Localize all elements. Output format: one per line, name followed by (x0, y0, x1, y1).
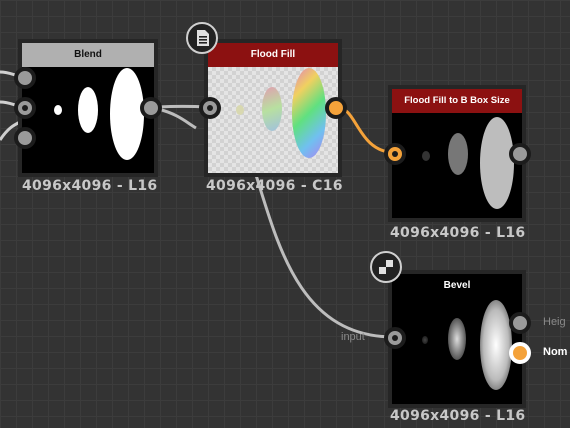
blend-node-title: Blend (22, 43, 154, 67)
flood-fill-resolution: 4096x4096 - C16 (206, 178, 343, 194)
flood-fill-output-port[interactable] (325, 97, 347, 119)
blend-shape-medium (78, 87, 98, 133)
flood-fill-bbox-thumbnail (392, 113, 522, 218)
blend-output-port[interactable] (140, 97, 162, 119)
flood-fill-bbox-input-port[interactable] (384, 143, 406, 165)
bevel-input-label: input (341, 331, 365, 343)
graph-canvas[interactable]: Blend 4096x4096 - L16 Flood Fill 4096x40… (0, 0, 570, 428)
bevel-node[interactable]: Bevel (388, 270, 526, 408)
flood-fill-bbox-node-title: Flood Fill to B Box Size (392, 89, 522, 113)
flood-fill-thumbnail (208, 67, 338, 173)
bevel-input-port[interactable] (384, 327, 406, 349)
bbox-shape-large (480, 117, 514, 209)
flood-fill-shape-large (292, 68, 326, 158)
bevel-height-label: Heig (543, 316, 566, 328)
bevel-shape-small (422, 336, 428, 344)
bevel-normal-output-port[interactable] (509, 342, 531, 364)
flood-fill-badge (186, 22, 218, 54)
bbox-shape-medium (448, 133, 468, 175)
flood-fill-shape-medium (262, 87, 282, 131)
blend-input-port-1[interactable] (14, 67, 36, 89)
bevel-resolution: 4096x4096 - L16 (390, 408, 526, 424)
flood-fill-bbox-node[interactable]: Flood Fill to B Box Size (388, 85, 526, 222)
bevel-node-title: Bevel (392, 274, 522, 298)
blend-resolution: 4096x4096 - L16 (22, 178, 158, 194)
flood-fill-bbox-resolution: 4096x4096 - L16 (390, 225, 526, 241)
blend-node[interactable]: Blend (18, 39, 158, 177)
blend-shape-large (110, 68, 144, 160)
bevel-shape-large (480, 300, 512, 390)
flood-fill-node[interactable]: Flood Fill (204, 39, 342, 177)
bbox-shape-small (422, 151, 430, 161)
bevel-height-output-port[interactable] (509, 312, 531, 334)
blend-input-port-3[interactable] (14, 127, 36, 149)
flood-fill-bbox-output-port[interactable] (509, 143, 531, 165)
flood-fill-shape-small (236, 105, 244, 115)
flood-fill-input-port[interactable] (199, 97, 221, 119)
blend-thumbnail (22, 67, 154, 173)
blend-input-port-2[interactable] (14, 97, 36, 119)
checker-icon (379, 260, 393, 274)
bevel-shape-medium (448, 318, 466, 360)
bevel-normal-label: Nom (543, 346, 568, 358)
blend-shape-small (54, 105, 62, 115)
flood-fill-node-title: Flood Fill (208, 43, 338, 67)
document-icon (197, 30, 209, 46)
bevel-badge (370, 251, 402, 283)
wire-blend-to-floodfill-2 (157, 107, 197, 130)
bevel-thumbnail (392, 298, 522, 404)
